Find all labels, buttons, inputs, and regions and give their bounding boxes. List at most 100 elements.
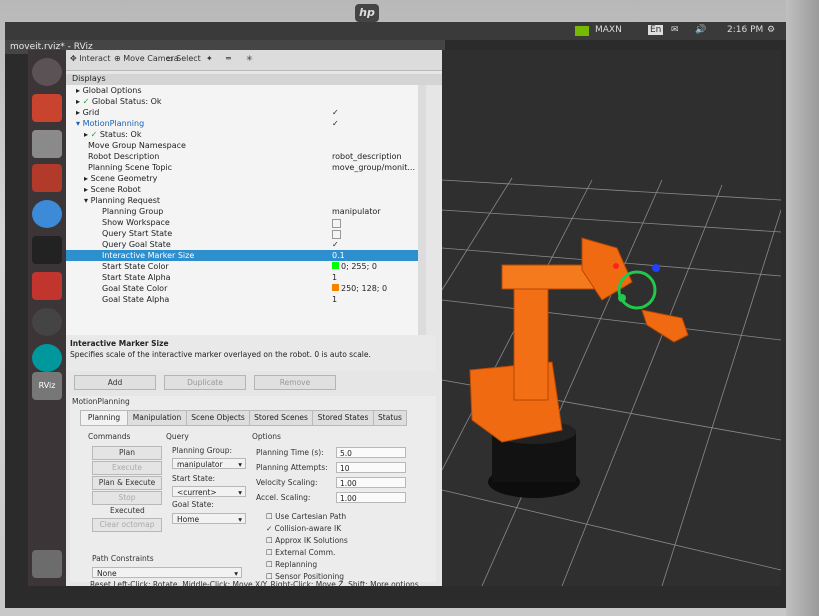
planning-time-label: Planning Time (s): <box>256 448 324 457</box>
add-display-button[interactable]: Add <box>74 375 156 390</box>
tree-row-goal-state-alpha[interactable]: Goal State Alpha 1 <box>66 294 426 305</box>
terminal-icon[interactable] <box>32 236 62 264</box>
execute-button[interactable]: Execute <box>92 461 162 475</box>
checkbox-external-comm[interactable]: ☐ External Comm. <box>266 548 335 557</box>
tab-stored-scenes[interactable]: Stored Scenes <box>249 410 313 426</box>
tree-row-show-workspace[interactable]: Show Workspace <box>66 217 426 228</box>
tree-row-start-state-color[interactable]: Start State Color 0; 255; 0 <box>66 261 426 272</box>
tree-row-grid[interactable]: ▸ Grid ✓ <box>66 107 426 118</box>
tree-row-goal-state-color[interactable]: Goal State Color 250; 128; 0 <box>66 283 426 294</box>
plan-execute-button[interactable]: Plan & Execute <box>92 476 162 490</box>
checkbox-approx-ik[interactable]: ☐ Approx IK Solutions <box>266 536 348 545</box>
mail-icon[interactable]: ✉ <box>671 25 679 35</box>
motion-planning-panel: MotionPlanning Planning Manipulation Sce… <box>70 396 436 582</box>
start-state-label: Start State: <box>172 474 216 483</box>
tree-row-robot-description[interactable]: Robot Description robot_description <box>66 151 426 162</box>
tree-row-global-options[interactable]: ▸ Global Options <box>66 85 426 96</box>
tree-row-scene-geometry[interactable]: ▸ Scene Geometry <box>66 173 426 184</box>
remove-display-button[interactable]: Remove <box>254 375 336 390</box>
tree-scrollbar[interactable] <box>418 85 426 335</box>
status-bar: Reset Left-Click: Rotate. Middle-Click: … <box>90 580 422 589</box>
planning-group-select[interactable]: manipulator ▾ <box>172 458 246 469</box>
planning-attempts-input[interactable]: 10 <box>336 462 406 473</box>
tab-stored-states[interactable]: Stored States <box>312 410 374 426</box>
tab-scene-objects[interactable]: Scene Objects <box>186 410 250 426</box>
accel-scaling-label: Accel. Scaling: <box>256 493 311 502</box>
tools-icon[interactable] <box>32 164 62 192</box>
path-constraints-select[interactable]: None ▾ <box>92 567 242 578</box>
tree-row-query-start-state[interactable]: Query Start State <box>66 228 426 239</box>
tree-row-global-status[interactable]: ▸ ✓ Global Status: Ok <box>66 96 426 107</box>
description-title: Interactive Marker Size <box>70 339 169 348</box>
commands-heading: Commands <box>88 432 131 441</box>
tree-row-interactive-marker-size[interactable]: Interactive Marker Size 0.1 <box>66 250 426 261</box>
path-constraints-label: Path Constraints <box>92 554 154 563</box>
software-icon[interactable] <box>32 130 62 158</box>
volume-icon[interactable]: 🔊 <box>695 25 706 35</box>
checkbox-replanning[interactable]: ☐ Replanning <box>266 560 317 569</box>
keyboard-layout[interactable]: En <box>648 25 664 35</box>
arduino-icon[interactable] <box>32 344 62 372</box>
interactive-marker-ring[interactable] <box>617 270 657 310</box>
clear-octomap-button[interactable]: Clear octomap <box>92 518 162 532</box>
planning-attempts-label: Planning Attempts: <box>256 463 328 472</box>
tree-row-start-state-alpha[interactable]: Start State Alpha 1 <box>66 272 426 283</box>
publish-point-icon[interactable]: ✳ <box>246 54 253 63</box>
files-icon[interactable] <box>32 94 62 122</box>
3d-viewport[interactable] <box>442 50 781 586</box>
marker-axis-blue[interactable] <box>652 264 660 272</box>
tab-status[interactable]: Status <box>373 410 407 426</box>
robot-wrist <box>581 237 633 301</box>
ubuntu-logo-icon[interactable] <box>32 58 62 86</box>
tree-row-planning-scene-topic[interactable]: Planning Scene Topic move_group/monit... <box>66 162 426 173</box>
scene-render <box>442 177 781 586</box>
system-monitor-icon[interactable] <box>32 272 62 300</box>
velocity-scaling-input[interactable]: 1.00 <box>336 477 406 488</box>
chevron-down-icon: ▾ <box>234 569 238 578</box>
velocity-scaling-label: Velocity Scaling: <box>256 478 318 487</box>
tree-row-planning-request[interactable]: ▾ Planning Request <box>66 195 426 206</box>
rviz-left-panel: ✥ Interact ⊕ Move Camera ▭ Select ✦ ═ ✳ … <box>66 50 442 586</box>
nvidia-icon[interactable] <box>575 26 589 36</box>
plan-button[interactable]: Plan <box>92 446 162 460</box>
ubuntu-launcher: RViz <box>28 50 66 586</box>
monitor-bezel-right <box>786 0 819 616</box>
checkbox-cartesian-path[interactable]: ☐ Use Cartesian Path <box>266 512 346 521</box>
rviz-icon[interactable]: RViz <box>32 372 62 400</box>
duplicate-display-button[interactable]: Duplicate <box>164 375 246 390</box>
tree-row-status[interactable]: ▸ ✓ Status: Ok <box>66 129 426 140</box>
hp-logo: hp <box>355 4 379 22</box>
app-store-icon[interactable] <box>32 308 62 336</box>
rviz-toolbar: ✥ Interact ⊕ Move Camera ▭ Select ✦ ═ ✳ <box>66 50 442 71</box>
select-tool[interactable]: ▭ Select <box>166 54 201 63</box>
tree-row-scene-robot[interactable]: ▸ Scene Robot <box>66 184 426 195</box>
clock[interactable]: 2:16 PM <box>727 25 763 35</box>
accel-scaling-input[interactable]: 1.00 <box>336 492 406 503</box>
tab-planning[interactable]: Planning <box>80 410 128 426</box>
tree-row-motion-planning[interactable]: ▾ MotionPlanning ✓ <box>66 118 426 129</box>
planning-time-input[interactable]: 5.0 <box>336 447 406 458</box>
marker-axis-red[interactable] <box>613 263 619 269</box>
power-mode-indicator[interactable]: MAXN <box>595 25 622 35</box>
trash-icon[interactable] <box>32 550 62 578</box>
checkbox-collision-aware-ik[interactable]: ✓ Collision-aware IK <box>266 524 341 533</box>
display-buttons: Add Duplicate Remove <box>74 375 434 390</box>
motion-planning-title: MotionPlanning <box>72 397 130 406</box>
browser-icon[interactable] <box>32 200 62 228</box>
settings-icon[interactable]: ⚙ <box>767 25 775 35</box>
system-top-bar: MAXN En ✉ 🔊 2:16 PM ⚙ <box>5 22 786 40</box>
focus-camera-icon[interactable]: ✦ <box>206 54 213 63</box>
tree-row-query-goal-state[interactable]: Query Goal State ✓ <box>66 239 426 250</box>
interactive-marker-handle[interactable] <box>618 294 626 302</box>
tab-manipulation[interactable]: Manipulation <box>127 410 187 426</box>
goal-state-select[interactable]: Home ▾ <box>172 513 246 524</box>
query-heading: Query <box>166 432 189 441</box>
options-heading: Options <box>252 432 281 441</box>
interact-tool[interactable]: ✥ Interact <box>70 54 110 63</box>
color-swatch-green <box>332 262 339 269</box>
tree-row-move-group-namespace[interactable]: Move Group Namespace <box>66 140 426 151</box>
start-state-select[interactable]: <current> ▾ <box>172 486 246 497</box>
tree-row-planning-group[interactable]: Planning Group manipulator <box>66 206 426 217</box>
measure-icon[interactable]: ═ <box>226 54 231 63</box>
stop-button[interactable]: Stop <box>92 491 162 505</box>
